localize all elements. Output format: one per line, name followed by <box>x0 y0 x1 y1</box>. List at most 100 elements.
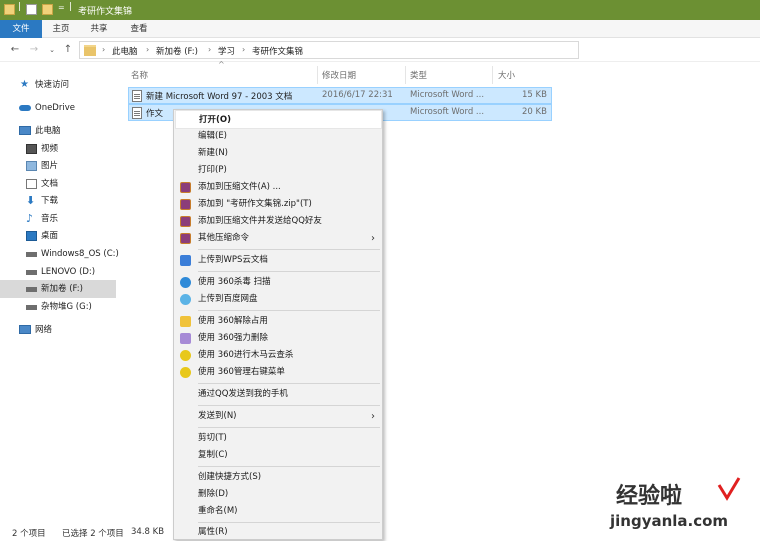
menu-separator <box>198 427 380 428</box>
menu-item-360-trojan[interactable]: 使用 360进行木马云查杀 <box>176 347 381 364</box>
sidebar-item-downloads[interactable]: ⬇ 下载 <box>0 192 118 210</box>
menu-item-baidu-netdisk[interactable]: 上传到百度网盘 <box>176 291 381 308</box>
status-bar: 2 个项目 已选择 2 个项目 34.8 KB <box>0 522 420 540</box>
chevron-right-icon[interactable]: › <box>146 45 149 54</box>
menu-item-cut[interactable]: 剪切(T) <box>176 430 381 447</box>
menu-separator <box>198 383 380 384</box>
folder-icon <box>84 45 96 56</box>
word-document-icon <box>132 90 142 102</box>
winrar-icon <box>180 199 191 210</box>
navigation-bar: ← → ⌄ ↑ › 此电脑 › 新加卷 (F:) › 学习 › 考研作文集锦 <box>0 38 760 62</box>
menu-item-edit[interactable]: 编辑(E) <box>176 128 381 145</box>
drive-icon <box>26 252 37 257</box>
sidebar-item-quick-access[interactable]: ★ 快速访问 <box>0 76 118 94</box>
menu-item-create-shortcut[interactable]: 创建快捷方式(S) <box>176 469 381 486</box>
menu-item-360-unlock[interactable]: 使用 360解除占用 <box>176 313 381 330</box>
menu-item-rename[interactable]: 重命名(M) <box>176 503 381 520</box>
winrar-icon <box>180 182 191 193</box>
menu-item-print[interactable]: 打印(P) <box>176 162 381 179</box>
file-name: 新建 Microsoft Word 97 - 2003 文档 <box>146 92 293 102</box>
tab-file[interactable]: 文件 <box>0 20 42 38</box>
back-arrow-icon[interactable]: ← <box>9 43 21 57</box>
menu-item-archive-send-qq[interactable]: 添加到压缩文件并发送给QQ好友 <box>176 213 381 230</box>
chevron-right-icon[interactable]: › <box>102 45 105 54</box>
properties-icon[interactable] <box>26 4 37 15</box>
menu-item-other-compress[interactable]: 其他压缩命令 › <box>176 230 381 247</box>
forward-arrow-icon[interactable]: → <box>28 43 40 57</box>
sidebar-item-music[interactable]: ♪ 音乐 <box>0 210 118 228</box>
column-header-date[interactable]: 修改日期 <box>322 69 356 81</box>
address-bar[interactable]: › 此电脑 › 新加卷 (F:) › 学习 › 考研作文集锦 <box>79 41 579 59</box>
menu-item-qq-send-phone[interactable]: 通过QQ发送到我的手机 <box>176 386 381 403</box>
sidebar-item-this-pc[interactable]: 此电脑 <box>0 122 118 140</box>
sidebar-item-drive-g[interactable]: 杂物堆G (G:) <box>0 298 118 316</box>
file-date: 2016/6/17 22:31 <box>322 90 393 100</box>
watermark-url: jingyanla.com <box>610 512 729 530</box>
column-header-name[interactable]: 名称 <box>131 69 148 81</box>
music-icon: ♪ <box>26 212 34 225</box>
customize-toolbar-icon[interactable]: = <box>58 3 65 12</box>
menu-item-360-shred[interactable]: 使用 360强力删除 <box>176 330 381 347</box>
menu-item-360-scan[interactable]: 使用 360杀毒 扫描 <box>176 274 381 291</box>
menu-item-wps-cloud[interactable]: 上传到WPS云文档 <box>176 252 381 269</box>
file-row[interactable]: 新建 Microsoft Word 97 - 2003 文档 2016/6/17… <box>128 87 552 104</box>
breadcrumb-study[interactable]: 学习 <box>218 45 235 57</box>
sidebar-item-drive-c[interactable]: Windows8_OS (C:) <box>0 245 119 263</box>
tab-view[interactable]: 查看 <box>122 20 156 38</box>
sidebar-item-onedrive[interactable]: OneDrive <box>0 99 118 117</box>
menu-item-send-to[interactable]: 发送到(N) › <box>176 408 381 425</box>
column-header-size[interactable]: 大小 <box>498 69 515 81</box>
window-title: 考研作文集锦 <box>78 7 133 17</box>
sidebar-item-desktop[interactable]: 桌面 <box>0 227 118 245</box>
breadcrumb-drive-f[interactable]: 新加卷 (F:) <box>156 45 198 57</box>
video-icon <box>26 144 37 154</box>
chevron-right-icon: › <box>371 233 375 244</box>
menu-item-new[interactable]: 新建(N) <box>176 145 381 162</box>
ribbon-tabs: 文件 主页 共享 查看 <box>0 20 760 38</box>
menu-item-add-to-zip[interactable]: 添加到 "考研作文集锦.zip"(T) <box>176 196 381 213</box>
download-icon: ⬇ <box>26 194 36 207</box>
recent-locations-icon[interactable]: ⌄ <box>46 43 58 57</box>
column-divider[interactable] <box>492 66 493 84</box>
divider: | <box>18 2 22 12</box>
wps-cloud-icon <box>180 255 191 266</box>
sidebar-item-videos[interactable]: 视频 <box>0 140 118 158</box>
checkmark-icon <box>716 476 742 505</box>
sidebar-item-pictures[interactable]: 图片 <box>0 157 118 175</box>
star-icon: ★ <box>20 79 29 90</box>
chevron-right-icon: › <box>371 411 375 422</box>
menu-item-delete[interactable]: 删除(D) <box>176 486 381 503</box>
column-divider[interactable] <box>405 66 406 84</box>
selected-size: 34.8 KB <box>131 527 165 537</box>
sidebar-item-drive-f[interactable]: 新加卷 (F:) <box>0 280 116 298</box>
up-arrow-icon[interactable]: ↑ <box>62 43 74 57</box>
folder-icon <box>4 4 15 15</box>
tab-home[interactable]: 主页 <box>44 20 78 38</box>
breadcrumb-this-pc[interactable]: 此电脑 <box>112 45 138 57</box>
winrar-icon <box>180 233 191 244</box>
new-folder-icon[interactable] <box>42 4 53 15</box>
sidebar-item-network[interactable]: 网络 <box>0 321 118 339</box>
file-size: 15 KB <box>522 90 547 100</box>
menu-item-360-menu-manager[interactable]: 使用 360管理右键菜单 <box>176 364 381 381</box>
360-trojan-icon <box>180 350 191 361</box>
column-divider[interactable] <box>317 66 318 84</box>
winrar-icon <box>180 216 191 227</box>
column-header-type[interactable]: 类型 <box>410 69 427 81</box>
menu-item-open[interactable]: 打开(O) <box>176 111 381 128</box>
menu-item-copy[interactable]: 复制(C) <box>176 447 381 464</box>
cloud-icon <box>19 105 31 111</box>
tab-share[interactable]: 共享 <box>82 20 116 38</box>
file-type: Microsoft Word ... <box>410 107 485 117</box>
360-antivirus-icon <box>180 277 191 288</box>
breadcrumb-current-folder[interactable]: 考研作文集锦 <box>252 45 303 57</box>
menu-item-add-to-archive[interactable]: 添加到压缩文件(A) ... <box>176 179 381 196</box>
selected-count: 已选择 2 个项目 <box>62 529 124 539</box>
chevron-right-icon[interactable]: › <box>242 45 245 54</box>
sidebar-item-documents[interactable]: 文档 <box>0 175 118 193</box>
360-menu-icon <box>180 367 191 378</box>
sidebar-item-drive-d[interactable]: LENOVO (D:) <box>0 263 118 281</box>
file-type: Microsoft Word ... <box>410 90 485 100</box>
divider: | <box>69 2 73 12</box>
chevron-right-icon[interactable]: › <box>208 45 211 54</box>
